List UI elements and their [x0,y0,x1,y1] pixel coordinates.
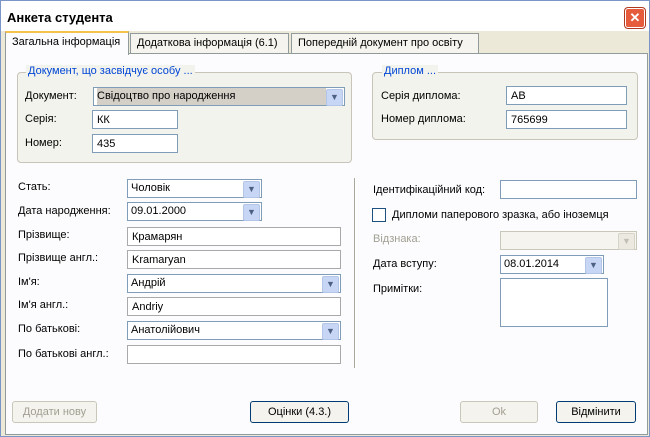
chevron-down-icon[interactable]: ▼ [243,204,260,221]
window-title: Анкета студента [7,10,113,25]
birth-date-value: 09.01.2000 [131,205,187,217]
first-name-en-field[interactable]: Andriy [127,297,341,316]
chevron-down-icon[interactable]: ▼ [322,323,339,340]
diploma-number-field[interactable]: 765699 [506,110,627,129]
distinction-select[interactable]: ▼ [500,231,637,250]
diploma-series-label: Серія диплома: [381,90,461,102]
birth-date-picker[interactable]: 09.01.2000 ▼ [127,202,262,221]
gender-label: Стать: [18,181,51,193]
cancel-button[interactable]: Відмінити [556,401,636,423]
tab-previous-document[interactable]: Попередній документ про освіту [291,33,479,53]
document-number-label: Номер: [25,137,62,149]
first-name-label: Ім'я: [18,276,40,288]
chevron-down-icon[interactable]: ▼ [322,276,339,293]
paper-diploma-checkbox[interactable] [372,208,386,222]
document-series-label: Серія: [25,113,57,125]
first-name-select[interactable]: Андрій ▼ [127,274,341,293]
id-code-field[interactable] [500,180,637,199]
birth-date-label: Дата народження: [18,205,111,217]
entry-date-picker[interactable]: 08.01.2014 ▼ [500,255,604,274]
tab-general-info[interactable]: Загальна інформація [5,31,129,55]
close-button[interactable]: ✕ [625,8,645,28]
document-number-field[interactable]: 435 [92,134,178,153]
chevron-down-icon[interactable]: ▼ [326,89,343,106]
patronymic-en-field[interactable] [127,345,341,364]
diploma-number-label: Номер диплома: [381,113,466,125]
surname-field[interactable]: Крамарян [127,227,341,246]
ok-button[interactable]: Ok [460,401,538,423]
add-new-button[interactable]: Додати нову [12,401,97,423]
first-name-en-label: Ім'я англ.: [18,299,69,311]
title-bar: Анкета студента ✕ [1,1,649,31]
chevron-down-icon[interactable]: ▼ [243,181,260,198]
grades-button[interactable]: Оцінки (4.3.) [250,401,349,423]
column-divider [354,178,356,368]
identity-document-legend[interactable]: Документ, що засвідчує особу ... [26,65,195,77]
surname-label: Прізвище: [18,229,70,241]
document-series-field[interactable]: КК [92,110,178,129]
tab-additional-info[interactable]: Додаткова інформація (6.1) [130,33,289,53]
chevron-down-icon: ▼ [618,233,635,250]
patronymic-value: Анатолійович [131,324,200,336]
entry-date-value: 08.01.2014 [504,258,560,270]
id-code-label: Ідентифікаційний код: [373,184,486,196]
student-form-window: Анкета студента ✕ Загальна інформація До… [0,0,650,437]
paper-diploma-label[interactable]: Дипломи паперового зразка, або іноземця [392,209,609,221]
patronymic-en-label: По батькові англ.: [18,348,109,360]
identity-document-group [17,72,352,163]
distinction-label: Відзнака: [373,233,421,245]
patronymic-label: По батькові: [18,323,81,335]
notes-label: Примітки: [373,283,423,295]
diploma-series-field[interactable]: АВ [506,86,627,105]
gender-select[interactable]: Чоловік ▼ [127,179,262,198]
diploma-legend[interactable]: Диплом ... [382,65,438,77]
chevron-down-icon[interactable]: ▼ [585,257,602,274]
entry-date-label: Дата вступу: [373,258,437,270]
gender-value: Чоловік [131,182,170,194]
document-label: Документ: [25,90,77,102]
surname-en-field[interactable]: Kramaryan [127,250,341,269]
diploma-group [372,72,638,140]
document-type-select[interactable]: Свідоцтво про народження ▼ [93,87,345,106]
surname-en-label: Прізвище англ.: [18,252,99,264]
notes-textarea[interactable] [500,278,608,327]
document-type-value: Свідоцтво про народження [97,88,326,105]
first-name-value: Андрій [131,277,166,289]
patronymic-select[interactable]: Анатолійович ▼ [127,321,341,340]
close-icon: ✕ [629,10,641,25]
